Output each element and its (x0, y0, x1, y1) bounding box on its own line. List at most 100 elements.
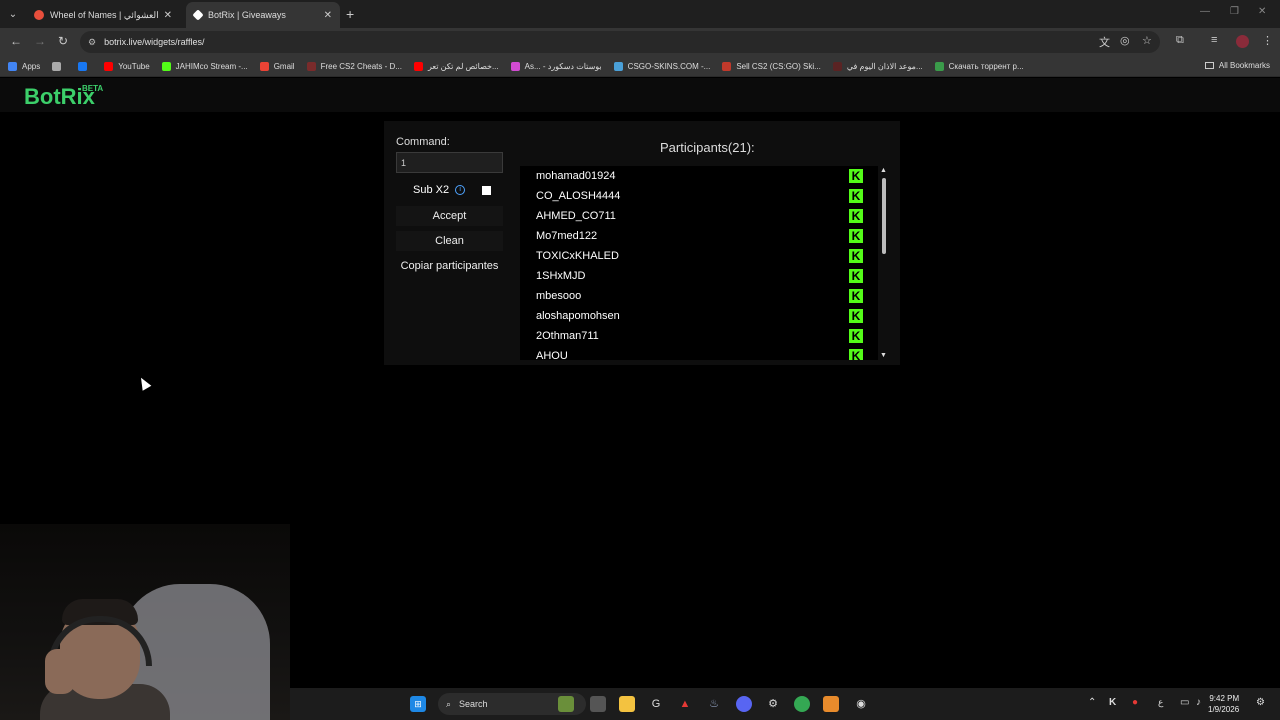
tab-search-icon[interactable]: ⌄ (4, 5, 22, 23)
close-tab-icon[interactable]: ✕ (164, 10, 172, 21)
site-info-icon[interactable]: ⚙ (88, 37, 96, 48)
settings-app-icon[interactable]: ⚙ (765, 696, 781, 712)
scroll-up-icon[interactable]: ▲ (880, 167, 887, 174)
participant-name: 2Othman711 (536, 330, 599, 342)
participants-list[interactable]: mohamad01924 K CO_ALOSH4444 K AHMED_CO711 K Mo… (520, 166, 878, 360)
window-close-icon[interactable]: ✕ (1258, 6, 1266, 17)
bookmark-label: YouTube (118, 61, 150, 71)
bookmark-item[interactable]: As... - بوستات دسكورد (510, 61, 602, 71)
all-bookmarks-button[interactable]: All Bookmarks (1204, 61, 1270, 70)
triangle-app-icon[interactable]: ▲ (677, 696, 693, 712)
new-tab-icon[interactable]: + (346, 6, 354, 22)
participant-name: Mo7med122 (536, 230, 598, 242)
bookmark-item[interactable] (78, 61, 92, 71)
restore-icon[interactable]: ❐ (1230, 6, 1239, 17)
bookmark-item[interactable]: Скачать торрент р... (934, 61, 1024, 71)
participant-name: mohamad01924 (536, 170, 616, 182)
kick-platform-icon: K (849, 189, 863, 203)
participant-row[interactable]: CO_ALOSH4444 K (520, 186, 878, 206)
minimize-icon[interactable]: — (1200, 6, 1210, 17)
participant-row[interactable]: AHOU K (520, 346, 878, 360)
bookmark-item[interactable]: موعد الاذان اليوم في... (832, 61, 923, 71)
kick-tray-icon[interactable]: K (1109, 697, 1116, 708)
bookmark-star-icon[interactable]: ☆ (1142, 34, 1152, 47)
bookmark-label: JAHIMco Stream -... (175, 61, 248, 71)
participant-row[interactable]: TOXICxKHALED K (520, 246, 878, 266)
volume-icon[interactable]: ♪ (1196, 697, 1201, 708)
info-icon[interactable]: i (455, 185, 466, 195)
scroll-down-icon[interactable]: ▼ (880, 352, 887, 359)
close-tab-icon[interactable]: ✕ (324, 10, 332, 21)
bookmark-label: موعد الاذان اليوم في... (846, 61, 923, 71)
language-indicator[interactable]: ع (1158, 697, 1163, 708)
participant-row[interactable]: Mo7med122 K (520, 226, 878, 246)
scrollbar-thumb[interactable] (882, 178, 886, 254)
profile-avatar[interactable] (1236, 35, 1249, 48)
extensions-icon[interactable]: ⧉ (1176, 34, 1184, 47)
obs-icon[interactable]: ◉ (853, 696, 869, 712)
clock[interactable]: 9:42 PM 1/9/2026 (1208, 693, 1239, 715)
bookmark-item[interactable]: JAHIMco Stream -... (161, 61, 248, 71)
bookmark-label: As... - بوستات دسكورد (524, 61, 602, 71)
forward-icon[interactable]: → (34, 34, 46, 48)
bookmark-label: Gmail (273, 61, 295, 71)
vlc-icon[interactable] (823, 696, 839, 712)
bookmark-item[interactable]: Gmail (259, 61, 295, 71)
participant-row[interactable]: aloshapomohsen K (520, 306, 878, 326)
media-icon[interactable]: ≡ (1211, 34, 1217, 46)
chrome-icon[interactable] (794, 696, 810, 712)
bookmark-item[interactable] (52, 61, 66, 71)
task-view-icon[interactable] (590, 696, 606, 712)
csgo-icon (613, 61, 623, 71)
beta-badge: BETA (82, 84, 104, 93)
participant-name: aloshapomohsen (536, 310, 620, 322)
sub-x2-checkbox[interactable] (482, 186, 491, 195)
bookmark-item[interactable]: CSGO-SKINS.COM -... (613, 61, 710, 71)
participant-row[interactable]: AHMED_CO711 K (520, 206, 878, 226)
clean-button[interactable]: Clean (396, 231, 503, 251)
tab-wheel-of-names[interactable]: Wheel of Names | اسم العشوائي ✕ (26, 2, 180, 28)
discord-icon[interactable] (736, 696, 752, 712)
logitech-icon[interactable]: G (648, 696, 664, 712)
tab-botrix-giveaways[interactable]: BotRix | Giveaways ✕ (186, 2, 340, 28)
accept-button[interactable]: Accept (396, 206, 503, 226)
notification-icon[interactable]: ⚙ (1256, 697, 1265, 708)
translate-icon[interactable]: 文 (1099, 34, 1110, 50)
back-icon[interactable]: ← (10, 34, 22, 48)
clock-date: 1/9/2026 (1208, 705, 1240, 714)
participant-row[interactable]: 1SHxMJD K (520, 266, 878, 286)
cheat-icon (306, 61, 316, 71)
participant-row[interactable]: mohamad01924 K (520, 166, 878, 186)
gem-icon (510, 61, 520, 71)
participant-row[interactable]: mbesooo K (520, 286, 878, 306)
kick-platform-icon: K (849, 269, 863, 283)
participants-title: Participants(21): (660, 140, 755, 155)
skins-icon (722, 61, 732, 71)
sub-x2-label: Sub X2 (413, 184, 450, 196)
tray-chevron-icon[interactable]: ⌃ (1088, 697, 1096, 708)
command-label: Command: (396, 136, 450, 148)
participant-row[interactable]: 2Othman711 K (520, 326, 878, 346)
command-input[interactable] (396, 152, 503, 173)
menu-kebab-icon[interactable]: ⋮ (1262, 34, 1273, 47)
file-explorer-icon[interactable] (619, 696, 635, 712)
bookmark-item[interactable]: خصائص لم تكن تعر... (413, 61, 499, 71)
steam-icon[interactable]: ♨ (706, 696, 722, 712)
kick-platform-icon: K (849, 349, 863, 360)
bookmark-item[interactable]: YouTube (104, 61, 150, 71)
bookmark-label: Скачать торрент р... (948, 61, 1024, 71)
address-bar[interactable]: ⚙ botrix.live/widgets/raffles/ (80, 31, 1160, 53)
network-icon[interactable]: ▭ (1180, 697, 1189, 708)
bookmark-item[interactable]: Apps (8, 61, 40, 71)
eye-off-icon[interactable]: ◎ (1120, 34, 1130, 47)
bookmark-item[interactable]: Sell CS2 (CS:GO) Ski... (722, 61, 821, 71)
widget-icon[interactable] (558, 696, 574, 712)
mic-icon[interactable]: ● (1132, 697, 1138, 708)
participant-name: mbesooo (536, 290, 582, 302)
copy-participants-button[interactable]: Copiar participantes (396, 256, 503, 276)
participant-name: TOXICxKHALED (536, 250, 619, 262)
bookmark-item[interactable]: Free CS2 Cheats - D... (306, 61, 402, 71)
webcam-overlay (0, 524, 290, 720)
windows-start-icon[interactable]: ⊞ (410, 696, 426, 712)
reload-icon[interactable]: ↻ (58, 34, 68, 48)
